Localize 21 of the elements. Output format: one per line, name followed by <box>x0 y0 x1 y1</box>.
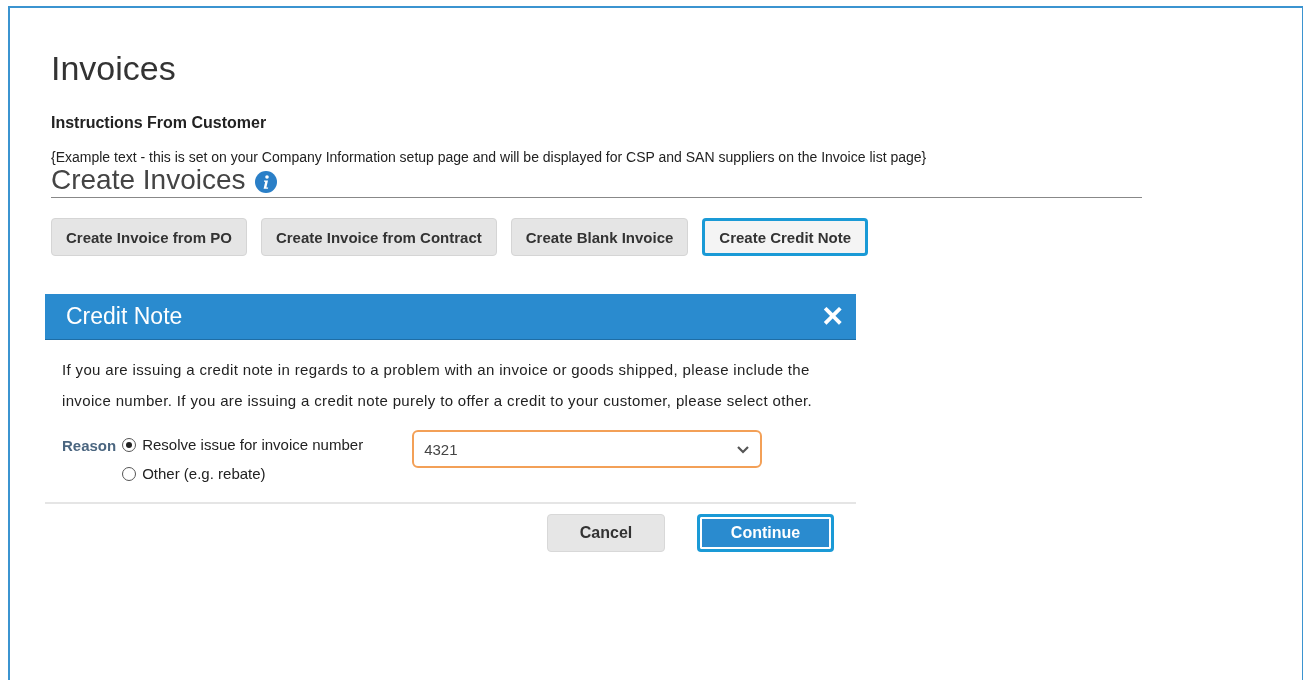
radio-button[interactable] <box>122 466 137 481</box>
dialog-title: Credit Note <box>66 303 183 330</box>
dialog-message: If you are issuing a credit note in regards to a problem with an invoice or goods shipped, please include the invoice number. If you are issuing a credit note purely to offer a credit to your customer, please select other. <box>62 360 814 411</box>
create-button[interactable]: Create Credit Note <box>702 218 869 256</box>
instructions-text: {Example text - this is set on your Company Information setup page and will be displayed for CSP and SAN suppliers on the Invoice list page} <box>51 149 928 165</box>
create-button[interactable]: Create Invoice from Contract <box>260 218 497 256</box>
section-title: Create Invoices <box>51 165 246 195</box>
create-button[interactable]: Create Blank Invoice <box>510 218 689 256</box>
radio-label[interactable]: Resolve issue for invoice number <box>142 436 364 453</box>
close-button[interactable]: ✕ <box>817 300 848 333</box>
cancel-button[interactable]: Cancel <box>547 514 665 552</box>
radio-label[interactable]: Other (e.g. rebate) <box>142 465 266 482</box>
instructions-heading: Instructions From Customer <box>51 114 268 132</box>
page-title: Invoices <box>51 48 177 88</box>
create-button[interactable]: Create Invoice from PO <box>51 218 247 256</box>
radio-button[interactable] <box>122 437 137 452</box>
invoice-number-dropdown[interactable]: 4321 <box>412 430 763 468</box>
reason-label: Reason <box>62 437 117 454</box>
info-icon[interactable] <box>254 171 277 193</box>
continue-button[interactable]: Continue <box>697 514 834 552</box>
chevron-down-icon <box>736 444 751 454</box>
